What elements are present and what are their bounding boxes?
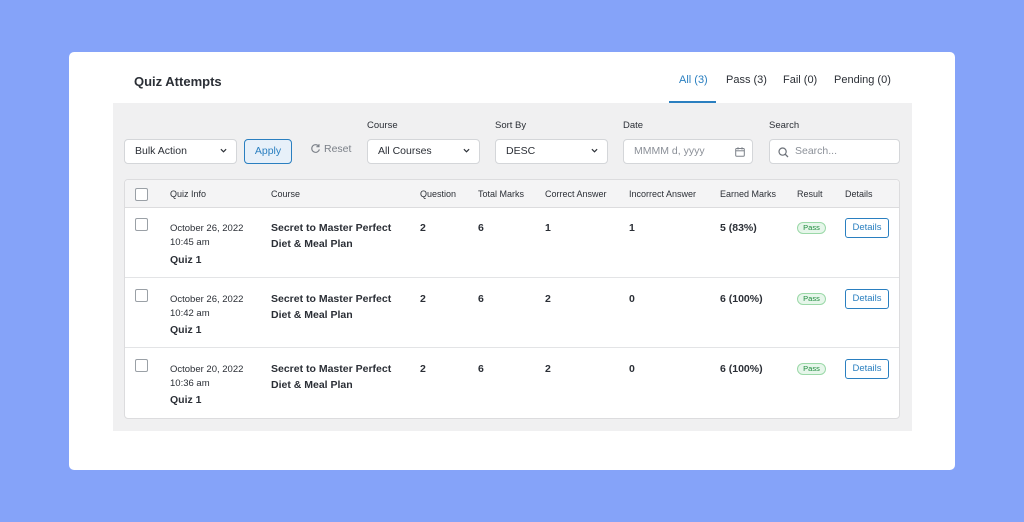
select-all-checkbox[interactable] xyxy=(135,188,148,201)
details-button[interactable]: Details xyxy=(845,218,889,238)
column-header: Correct Answer xyxy=(545,189,607,199)
attempt-date: October 26, 2022 xyxy=(170,294,244,305)
total-marks: 6 xyxy=(478,363,484,375)
search-label: Search xyxy=(769,120,800,131)
reset-icon xyxy=(311,144,320,153)
search-icon xyxy=(778,147,789,158)
date-filter-label: Date xyxy=(623,120,644,131)
bulk-action-select[interactable]: Bulk Action xyxy=(124,139,237,164)
quiz-name: Quiz 1 xyxy=(170,254,202,266)
column-header: Total Marks xyxy=(478,189,525,199)
table-row: October 26, 2022 10:42 am Quiz 1 Secret … xyxy=(125,278,899,348)
question-count: 2 xyxy=(420,222,426,234)
column-header: Quiz Info xyxy=(170,189,207,199)
reset-label: Reset xyxy=(324,143,352,155)
total-marks: 6 xyxy=(478,222,484,234)
total-marks: 6 xyxy=(478,293,484,305)
filter-tabs: All (3) Pass (3) Fail (0) Pending (0) xyxy=(0,74,1024,104)
course-select[interactable]: All Courses xyxy=(367,139,480,164)
column-header: Earned Marks xyxy=(720,189,777,199)
earned-marks: 6 (100%) xyxy=(720,363,763,375)
course-name-line2: Diet & Meal Plan xyxy=(271,379,353,391)
date-placeholder: MMMM d, yyyy xyxy=(634,145,705,157)
question-count: 2 xyxy=(420,293,426,305)
table-row: October 20, 2022 10:36 am Quiz 1 Secret … xyxy=(125,348,899,418)
course-name-line1: Secret to Master Perfect xyxy=(271,222,392,234)
details-button[interactable]: Details xyxy=(845,289,889,309)
course-name-line2: Diet & Meal Plan xyxy=(271,309,353,321)
incorrect-answers: 1 xyxy=(629,222,635,234)
attempt-date: October 26, 2022 xyxy=(170,223,244,234)
calendar-icon[interactable] xyxy=(735,147,745,157)
course-name-line1: Secret to Master Perfect xyxy=(271,293,392,305)
attempt-date: October 20, 2022 xyxy=(170,364,244,375)
correct-answers: 2 xyxy=(545,363,551,375)
attempt-time: 10:45 am xyxy=(170,237,210,248)
tab-pending[interactable]: Pending (0) xyxy=(834,74,891,103)
result-badge: Pass xyxy=(797,293,826,305)
column-header: Course xyxy=(271,189,301,199)
course-select-value: All Courses xyxy=(378,145,432,157)
question-count: 2 xyxy=(420,363,426,375)
correct-answers: 1 xyxy=(545,222,551,234)
row-checkbox[interactable] xyxy=(135,289,148,302)
details-button[interactable]: Details xyxy=(845,359,889,379)
chevron-down-icon xyxy=(220,148,227,153)
course-name-line2: Diet & Meal Plan xyxy=(271,238,353,250)
table-row: October 26, 2022 10:45 am Quiz 1 Secret … xyxy=(125,208,899,278)
date-input[interactable]: MMMM d, yyyy xyxy=(623,139,753,164)
incorrect-answers: 0 xyxy=(629,363,635,375)
tab-fail[interactable]: Fail (0) xyxy=(783,74,817,103)
reset-button[interactable]: Reset xyxy=(310,143,351,155)
row-checkbox[interactable] xyxy=(135,359,148,372)
attempt-time: 10:42 am xyxy=(170,308,210,319)
quiz-name: Quiz 1 xyxy=(170,394,202,406)
column-header: Result xyxy=(797,189,823,199)
result-badge: Pass xyxy=(797,363,826,375)
sort-select-value: DESC xyxy=(506,145,536,157)
chevron-down-icon xyxy=(591,148,598,153)
result-badge: Pass xyxy=(797,222,826,234)
table-header: Quiz Info Course Question Total Marks Co… xyxy=(125,180,899,208)
bulk-action-value: Bulk Action xyxy=(135,145,187,157)
tab-all[interactable]: All (3) xyxy=(679,74,708,103)
column-header: Question xyxy=(420,189,457,199)
tab-pass[interactable]: Pass (3) xyxy=(726,74,767,103)
course-name-line1: Secret to Master Perfect xyxy=(271,363,392,375)
quiz-name: Quiz 1 xyxy=(170,324,202,336)
chevron-down-icon xyxy=(463,148,470,153)
course-filter-label: Course xyxy=(367,120,398,131)
sort-select[interactable]: DESC xyxy=(495,139,608,164)
apply-button[interactable]: Apply xyxy=(244,139,292,164)
search-placeholder: Search... xyxy=(795,145,838,157)
attempt-time: 10:36 am xyxy=(170,378,210,389)
row-checkbox[interactable] xyxy=(135,218,148,231)
correct-answers: 2 xyxy=(545,293,551,305)
incorrect-answers: 0 xyxy=(629,293,635,305)
earned-marks: 6 (100%) xyxy=(720,293,763,305)
earned-marks: 5 (83%) xyxy=(720,222,757,234)
sort-by-label: Sort By xyxy=(495,120,527,131)
attempts-table: Quiz Info Course Question Total Marks Co… xyxy=(124,179,900,419)
column-header: Details xyxy=(845,189,873,199)
search-input[interactable]: Search... xyxy=(769,139,900,164)
column-header: Incorrect Answer xyxy=(629,189,697,199)
